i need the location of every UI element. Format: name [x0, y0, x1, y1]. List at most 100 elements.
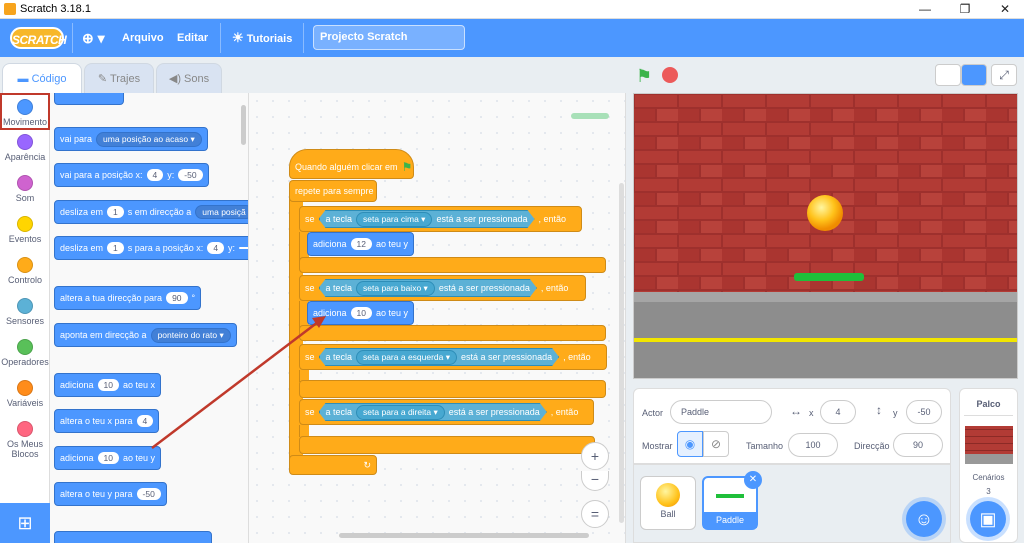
palette-block-glide-xy[interactable]: desliza em 1 s para a posição x: 4 y:: [54, 236, 248, 260]
goto-target-dropdown[interactable]: uma posição ao acaso ▾: [96, 131, 202, 147]
y-input[interactable]: -50: [178, 169, 203, 181]
forever-bottom[interactable]: ↻: [289, 455, 377, 475]
show-visible-button[interactable]: ◉: [677, 431, 703, 457]
dy-input[interactable]: 10: [97, 452, 119, 464]
x-input[interactable]: 4: [136, 415, 154, 427]
key-dropdown[interactable]: seta para cima ▾: [356, 212, 432, 227]
tab-code[interactable]: ▬ Código: [2, 63, 82, 94]
key-dropdown[interactable]: seta para baixo ▾: [356, 281, 435, 296]
tutorials-label: Tutoriais: [246, 33, 293, 45]
x-input[interactable]: 4: [146, 169, 164, 181]
dy-input[interactable]: 10: [350, 307, 372, 319]
restore-button[interactable]: ❐: [945, 1, 985, 18]
if-block-left[interactable]: se a tecla seta para a esquerda ▾ está a…: [299, 344, 607, 370]
tab-costumes[interactable]: ✎ Trajes: [84, 63, 154, 93]
file-menu[interactable]: Arquivo: [122, 19, 164, 57]
script-area[interactable]: ↻ Quando alguém clicar em ⚑ repete para …: [249, 93, 626, 543]
tutorials-menu[interactable]: ☀ Tutoriais: [232, 19, 292, 57]
category-my-blocks[interactable]: Os Meus Blocos: [0, 421, 50, 467]
palette-block-change-y[interactable]: adiciona 10 ao teu y: [54, 446, 162, 470]
palette-block-set-y[interactable]: altera o teu y para -50: [54, 482, 167, 506]
x-input[interactable]: 4: [207, 242, 225, 254]
category-variables[interactable]: Variáveis: [0, 380, 50, 417]
close-button[interactable]: ✕: [985, 1, 1024, 18]
edit-menu[interactable]: Editar: [177, 19, 208, 57]
if-block-up[interactable]: se a tecla seta para cima ▾ está a ser p…: [299, 206, 582, 232]
palette-block-partial[interactable]: [54, 531, 212, 543]
change-y-block-up[interactable]: adiciona 12 ao teu y: [307, 232, 415, 256]
normal-stage-button[interactable]: [961, 64, 987, 86]
sprite-thumb-ball[interactable]: Ball: [640, 476, 696, 530]
show-hidden-button[interactable]: ⊘: [703, 431, 729, 457]
trash-icon[interactable]: ✕: [744, 471, 762, 489]
x-input[interactable]: 4: [820, 400, 856, 424]
palette-block-partial[interactable]: [54, 93, 124, 105]
tab-sounds[interactable]: ◀) Sons: [156, 63, 222, 93]
secs-input[interactable]: 1: [107, 206, 124, 218]
key-pressed-right[interactable]: a tecla seta para a direita ▾ está a ser…: [319, 403, 547, 421]
dy-input[interactable]: 12: [350, 238, 372, 250]
key-dropdown[interactable]: seta para a esquerda ▾: [356, 350, 457, 365]
zoom-reset-button[interactable]: =: [581, 500, 609, 528]
category-sound[interactable]: Som: [0, 175, 50, 212]
palette-block-glide-to[interactable]: desliza em 1 s em direcção a uma posiçã: [54, 200, 248, 224]
y-input[interactable]: [239, 247, 248, 249]
sensing-category-icon: [17, 298, 33, 314]
y-input[interactable]: -50: [136, 488, 161, 500]
category-sensing[interactable]: Sensores: [0, 298, 50, 335]
script-scrollbar-v[interactable]: [619, 183, 624, 523]
category-motion[interactable]: Movimento: [0, 93, 50, 130]
script-scrollbar-h[interactable]: [339, 533, 589, 538]
sprite-name: Paddle: [703, 512, 757, 528]
key-pressed-up[interactable]: a tecla seta para cima ▾ está a ser pres…: [319, 210, 535, 228]
category-control[interactable]: Controlo: [0, 257, 50, 294]
block-text: ao teu y: [123, 453, 156, 463]
stage-canvas[interactable]: [633, 93, 1018, 379]
size-input[interactable]: 100: [788, 433, 838, 457]
dx-input[interactable]: 10: [97, 379, 119, 391]
palette-block-point-in-direction[interactable]: altera a tua direcção para 90 °: [54, 286, 202, 310]
key-pressed-down[interactable]: a tecla seta para baixo ▾ está a ser pre…: [319, 279, 537, 297]
direction-input[interactable]: 90: [166, 292, 188, 304]
palette-block-goto[interactable]: vai para uma posição ao acaso ▾: [54, 127, 208, 151]
paddle-sprite[interactable]: [794, 273, 864, 281]
direction-input[interactable]: 90: [893, 433, 943, 457]
forever-block[interactable]: repete para sempre: [289, 180, 377, 202]
y-input[interactable]: -50: [906, 400, 942, 424]
if-block-right[interactable]: se a tecla seta para a direita ▾ está a …: [299, 399, 594, 425]
ball-sprite[interactable]: [807, 195, 843, 231]
change-y-block-down[interactable]: adiciona 10 ao teu y: [307, 301, 415, 325]
zoom-out-button[interactable]: −: [581, 471, 609, 491]
point-target-dropdown[interactable]: ponteiro do rato ▾: [150, 327, 231, 343]
zoom-in-button[interactable]: +: [581, 442, 609, 470]
palette-block-set-x[interactable]: altera o teu x para 4: [54, 409, 160, 433]
category-operators[interactable]: Operadores: [0, 339, 50, 376]
key-dropdown[interactable]: seta para a direita ▾: [356, 405, 445, 420]
choose-sprite-button[interactable]: ☺: [906, 501, 942, 537]
actor-name-input[interactable]: Paddle: [670, 400, 772, 424]
stage-selector[interactable]: Palco Cenários 3 ▣: [959, 388, 1018, 543]
secs-input[interactable]: 1: [107, 242, 124, 254]
palette-block-change-x[interactable]: adiciona 10 ao teu x: [54, 373, 162, 397]
sprite-info-panel: Actor Paddle ↔ x 4 ↕ y -50 Mostrar ◉ ⊘ T…: [633, 388, 951, 464]
category-looks[interactable]: Aparência: [0, 134, 50, 171]
if-block-down[interactable]: se a tecla seta para baixo ▾ está a ser …: [299, 275, 586, 301]
stop-icon[interactable]: [662, 67, 678, 83]
scratch-logo[interactable]: SCRATCH: [10, 27, 67, 49]
fullscreen-icon[interactable]: ⤢: [991, 64, 1017, 86]
category-events[interactable]: Eventos: [0, 216, 50, 253]
language-globe-icon[interactable]: ⊕ ▾: [82, 19, 105, 57]
project-title-input[interactable]: Projecto Scratch: [313, 25, 465, 50]
y-arrow-icon: ↕: [876, 403, 882, 417]
small-stage-button[interactable]: [935, 64, 961, 86]
choose-backdrop-button[interactable]: ▣: [970, 501, 1006, 537]
key-pressed-left[interactable]: a tecla seta para a esquerda ▾ está a se…: [319, 348, 560, 366]
when-flag-clicked-block[interactable]: Quando alguém clicar em ⚑: [289, 149, 414, 179]
minimize-button[interactable]: —: [905, 1, 945, 18]
add-extension-button[interactable]: ⊞: [0, 503, 50, 543]
palette-scrollbar[interactable]: [241, 105, 246, 145]
glide-target-dropdown[interactable]: uma posiçã: [195, 205, 248, 219]
palette-block-point-towards[interactable]: aponta em direcção a ponteiro do rato ▾: [54, 323, 237, 347]
green-flag-icon[interactable]: ⚑: [636, 66, 652, 87]
palette-block-gotoxy[interactable]: vai para a posição x: 4 y: -50: [54, 163, 209, 187]
